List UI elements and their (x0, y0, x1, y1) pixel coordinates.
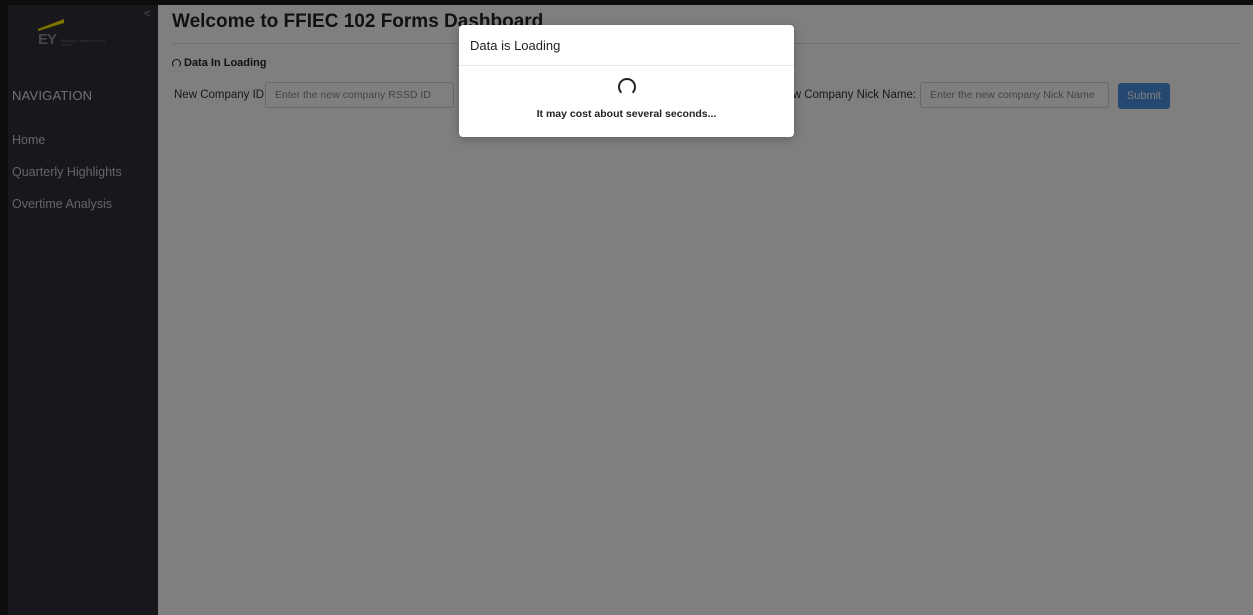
modal-title: Data is Loading (470, 38, 561, 53)
modal-message: It may cost about several seconds... (536, 108, 717, 120)
loading-modal: Data is Loading It may cost about severa… (459, 25, 794, 137)
spinner-icon (617, 78, 636, 96)
modal-header: Data is Loading (459, 25, 794, 66)
modal-body: It may cost about several seconds... (459, 66, 794, 120)
